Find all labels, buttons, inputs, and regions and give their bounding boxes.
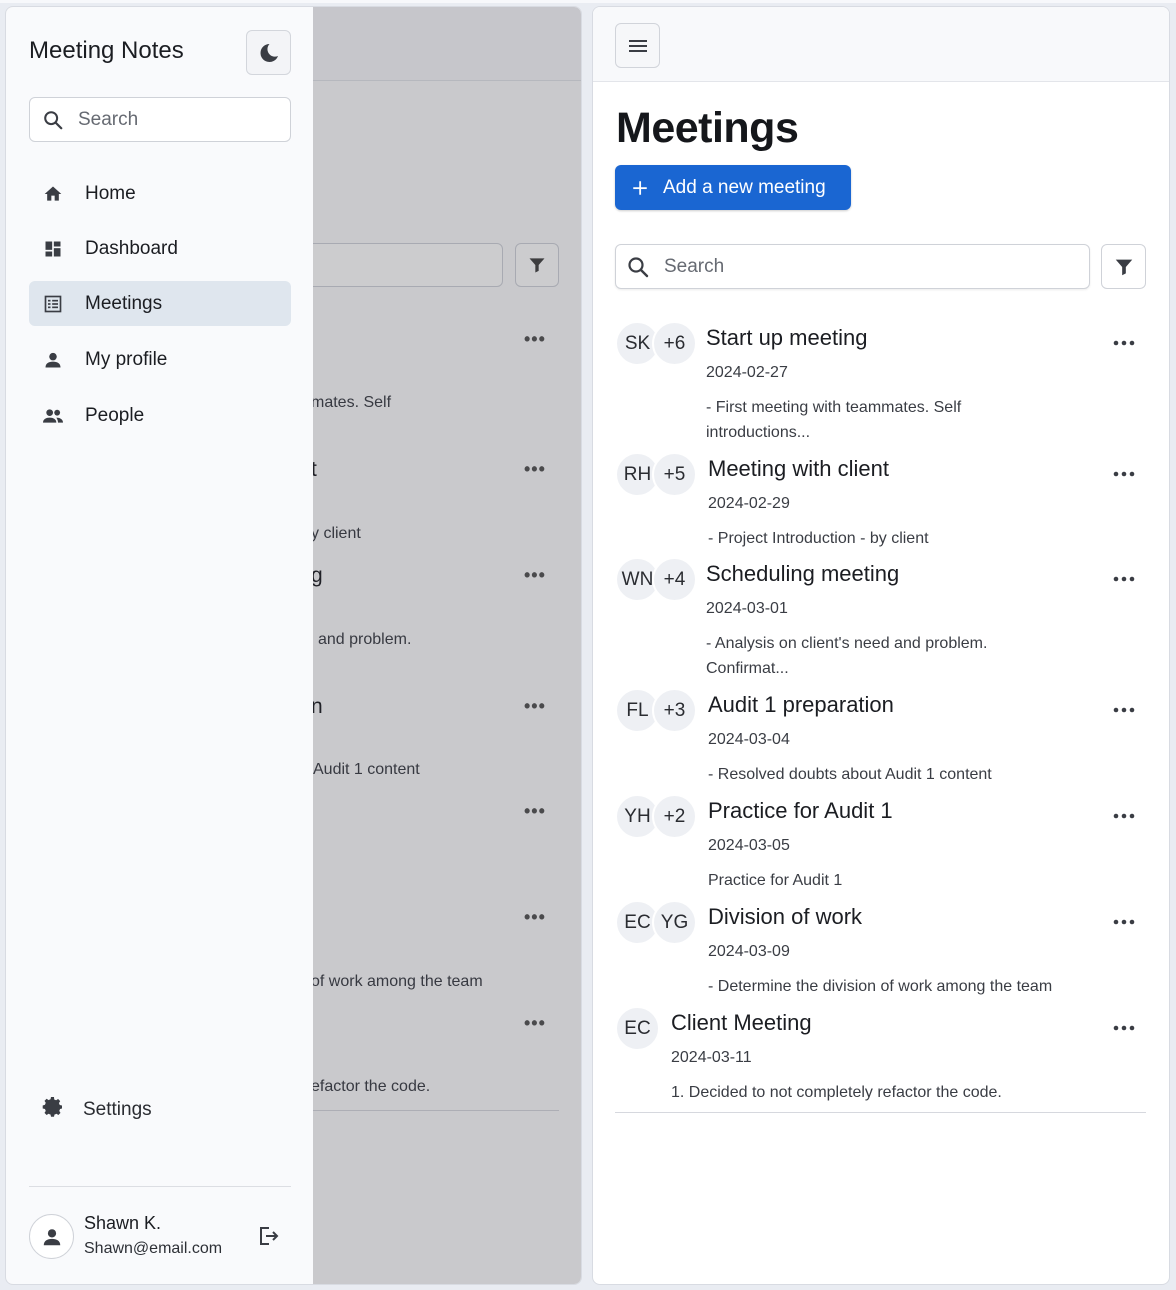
- drawer-search-input[interactable]: [78, 108, 258, 131]
- more-horizontal-icon: [1113, 919, 1135, 925]
- participant-avatar-extra: +5: [652, 452, 697, 497]
- nav-item-dashboard[interactable]: Dashboard: [29, 226, 291, 271]
- meeting-search-field[interactable]: [615, 244, 1090, 289]
- more-options-button[interactable]: [1112, 1016, 1136, 1040]
- nav-item-meetings[interactable]: Meetings: [29, 281, 291, 326]
- participant-avatars: EC YG: [615, 900, 705, 945]
- meeting-description: - Analysis on client's need and problem.…: [706, 635, 988, 677]
- meeting-title: Start up meeting: [706, 325, 868, 350]
- participant-avatar-extra: +6: [652, 321, 697, 366]
- settings-label: Settings: [83, 1099, 152, 1120]
- more-options-button[interactable]: [1112, 910, 1136, 934]
- mobile-view-drawer-open: ••• ••• ••• ••• ••• ••• ••• mates. Self …: [5, 6, 582, 1285]
- more-options-button[interactable]: [1112, 698, 1136, 722]
- meeting-date: 2024-02-27: [706, 364, 788, 381]
- participant-avatars: FL +3: [615, 688, 705, 733]
- user-avatar[interactable]: [29, 1214, 74, 1259]
- app-title: Meeting Notes: [29, 37, 184, 64]
- nav-item-home[interactable]: Home: [29, 171, 291, 216]
- meeting-date: 2024-03-11: [671, 1049, 752, 1066]
- more-horizontal-icon: [1113, 471, 1135, 477]
- more-horizontal-icon: [1113, 1025, 1135, 1031]
- meeting-date: 2024-02-29: [708, 495, 790, 512]
- meeting-title: Audit 1 preparation: [708, 692, 894, 717]
- nav-item-people[interactable]: People: [29, 393, 291, 438]
- meeting-title: Meeting with client: [708, 456, 889, 481]
- search-icon: [628, 256, 649, 277]
- participant-avatars: YH +2: [615, 794, 705, 839]
- search-icon: [44, 110, 63, 129]
- filter-icon: [1115, 259, 1132, 275]
- meeting-title: Scheduling meeting: [706, 561, 900, 586]
- participant-avatars: SK +6: [615, 321, 705, 366]
- logout-button[interactable]: [254, 1222, 282, 1250]
- meeting-description: Practice for Audit 1: [708, 872, 843, 889]
- meeting-description: - First meeting with teammates. Self int…: [706, 399, 962, 441]
- menu-button[interactable]: [615, 23, 660, 68]
- nav-item-label: Meetings: [85, 292, 163, 314]
- more-horizontal-icon: [1113, 576, 1135, 582]
- more-horizontal-icon: [1113, 340, 1135, 346]
- participant-avatar: EC: [615, 1006, 660, 1051]
- meeting-description: - Determine the division of work among t…: [708, 978, 1053, 995]
- meeting-title: Division of work: [708, 904, 863, 929]
- nav-item-my-profile[interactable]: My profile: [29, 337, 291, 382]
- filter-button[interactable]: [1101, 244, 1146, 289]
- drawer-search-field[interactable]: [29, 97, 291, 142]
- person-icon: [41, 348, 65, 372]
- meeting-title: Practice for Audit 1: [708, 798, 893, 823]
- participant-avatar-extra: +4: [652, 557, 697, 602]
- logout-icon: [260, 1227, 279, 1245]
- add-meeting-button[interactable]: Add a new meeting: [615, 165, 851, 210]
- nav-item-label: Dashboard: [85, 237, 178, 259]
- meeting-date: 2024-03-09: [708, 943, 790, 960]
- dashboard-icon: [41, 237, 65, 261]
- mobile-view-meetings: Meetings Add a new meeting SK +6 Start u…: [592, 6, 1170, 1285]
- meeting-date: 2024-03-04: [708, 731, 790, 748]
- meeting-title: Client Meeting: [671, 1010, 812, 1035]
- people-icon: [41, 404, 65, 428]
- more-options-button[interactable]: [1112, 804, 1136, 828]
- window-top-edge: [0, 0, 1176, 3]
- theme-toggle-button[interactable]: [246, 30, 291, 75]
- meeting-search-input[interactable]: [664, 255, 1064, 278]
- meeting-description: 1. Decided to not completely refactor th…: [671, 1084, 1002, 1101]
- person-icon: [43, 1228, 60, 1245]
- participant-avatars: RH +5: [615, 452, 705, 497]
- more-options-button[interactable]: [1112, 567, 1136, 591]
- more-options-button[interactable]: [1112, 331, 1136, 355]
- meeting-description: - Project Introduction - by client: [708, 530, 929, 547]
- add-meeting-label: Add a new meeting: [663, 176, 826, 198]
- participant-avatar-extra: +2: [652, 794, 697, 839]
- meeting-description: - Resolved doubts about Audit 1 content: [708, 766, 992, 783]
- meeting-date: 2024-03-01: [706, 600, 788, 617]
- more-horizontal-icon: [1113, 707, 1135, 713]
- navigation-drawer: Meeting Notes Home Dashboard Meetings My…: [6, 7, 313, 1284]
- meeting-date: 2024-03-05: [708, 837, 790, 854]
- participant-avatar: YG: [652, 900, 697, 945]
- page-title: Meetings: [616, 104, 799, 152]
- nav-item-label: People: [85, 404, 145, 426]
- plus-icon: [633, 180, 647, 195]
- settings-link[interactable]: Settings: [29, 1095, 152, 1125]
- user-name: Shawn K.: [84, 1213, 162, 1233]
- drawer-divider: [29, 1186, 291, 1187]
- meetings-list-icon: [41, 292, 65, 316]
- more-options-button[interactable]: [1112, 462, 1136, 486]
- user-email: Shawn@email.com: [84, 1240, 223, 1257]
- moon-icon: [260, 43, 278, 62]
- participant-avatars: WN +4: [615, 557, 705, 602]
- hamburger-icon: [628, 39, 647, 52]
- home-icon: [41, 182, 65, 206]
- app-bar: [593, 7, 1169, 82]
- list-divider: [615, 1112, 1146, 1113]
- participant-avatar-extra: +3: [652, 688, 697, 733]
- nav-item-label: My profile: [85, 348, 168, 370]
- more-horizontal-icon: [1113, 813, 1135, 819]
- gear-icon: [41, 1095, 65, 1125]
- nav-item-label: Home: [85, 182, 136, 204]
